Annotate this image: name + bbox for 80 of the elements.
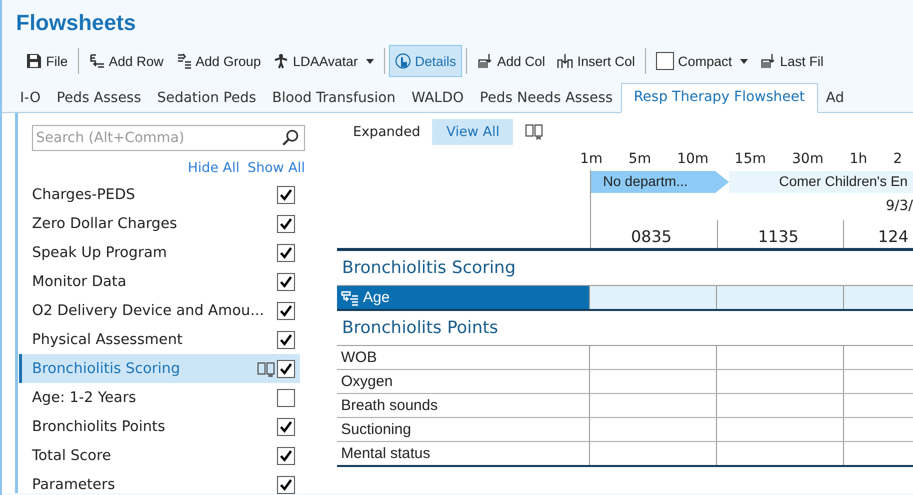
tab[interactable]: Peds Needs Assess — [472, 85, 621, 112]
toolbar-button[interactable]: Add Col — [471, 45, 552, 77]
checkbox[interactable] — [277, 446, 295, 464]
toolbar-button[interactable]: Details — [388, 45, 462, 77]
time-scale-option[interactable]: 5m — [628, 151, 652, 167]
sidebar-item[interactable]: Speak Up Program — [19, 238, 300, 267]
checkbox[interactable] — [277, 186, 295, 204]
checkbox[interactable] — [277, 476, 295, 494]
sidebar-item[interactable]: Zero Dollar Charges — [19, 209, 300, 238]
department-segment: No departm... — [591, 171, 729, 193]
checkbox[interactable] — [277, 214, 295, 232]
add-column-icon — [477, 53, 494, 69]
link[interactable]: Hide All — [188, 160, 240, 176]
date-label: 9/3/ — [884, 197, 913, 216]
search-field[interactable]: Search (Alt+Comma) — [32, 125, 305, 151]
hand-pointer-icon — [394, 53, 411, 69]
time-scale-option[interactable]: 10m — [677, 151, 709, 167]
sidebar-item[interactable]: Parameters — [19, 470, 300, 495]
row-label[interactable]: Age — [337, 286, 589, 309]
add-group-icon — [176, 53, 192, 69]
sidebar-item[interactable]: O2 Delivery Device and Amou... — [19, 296, 300, 325]
row-label[interactable]: Mental status — [337, 442, 589, 465]
column-header[interactable]: 0835 — [591, 220, 717, 248]
checkbox[interactable] — [277, 388, 295, 406]
figure-icon — [272, 53, 289, 69]
window-title: Flowsheets — [15, 9, 137, 37]
row-label[interactable]: WOB — [337, 346, 589, 369]
table-cell[interactable] — [589, 286, 716, 309]
sidebar-item[interactable]: Bronchiolitis Scoring — [19, 354, 300, 383]
department-segment: Comer Children's En — [729, 171, 913, 193]
tab[interactable]: Resp Therapy Flowsheet — [620, 83, 818, 113]
time-scale-option[interactable]: 15m — [734, 151, 766, 167]
sidebar-item[interactable]: Charges-PEDS — [19, 180, 300, 209]
add-column-icon — [760, 53, 776, 69]
checkbox[interactable] — [277, 418, 295, 436]
checkbox[interactable] — [277, 244, 295, 262]
row-details-icon — [341, 290, 359, 306]
row-label[interactable]: Suctioning — [337, 418, 589, 441]
book-icon — [257, 360, 275, 376]
row-label[interactable]: Oxygen — [337, 370, 589, 393]
column-header[interactable]: 124 — [843, 220, 913, 248]
tab[interactable]: I-O — [20, 85, 49, 112]
group-title: Bronchiolits Points — [337, 311, 913, 346]
add-row-icon — [88, 53, 105, 69]
book-icon[interactable] — [525, 124, 544, 140]
sidebar-item[interactable]: Physical Assessment — [19, 325, 300, 354]
toolbar-button[interactable]: LDAAvatar — [266, 45, 380, 77]
time-scale-option[interactable]: 1h — [849, 151, 868, 167]
time-scale-option[interactable]: 2 — [893, 151, 902, 167]
toolbar-button[interactable]: Add Group — [170, 45, 267, 77]
sidebar-item[interactable]: Age: 1-2 Years — [19, 383, 300, 412]
time-scale-option[interactable]: 30m — [792, 151, 824, 167]
toolbar-button[interactable]: Compact — [650, 45, 754, 77]
tab[interactable]: Blood Transfusion — [264, 85, 404, 112]
checkbox[interactable] — [277, 302, 295, 320]
column-header[interactable]: 1135 — [717, 220, 843, 248]
table-cell[interactable] — [716, 286, 843, 309]
checkbox[interactable] — [656, 52, 674, 70]
checkbox[interactable] — [277, 330, 295, 348]
toolbar-button[interactable]: Insert Col — [551, 45, 641, 77]
search-icon — [281, 129, 299, 147]
tab[interactable]: WALDO — [404, 85, 472, 112]
tab[interactable]: Sedation Peds — [149, 85, 264, 112]
toolbar-button[interactable]: File — [20, 45, 74, 77]
sidebar-item[interactable]: Bronchiolits Points — [19, 412, 300, 441]
view-button[interactable]: Expanded — [345, 118, 428, 144]
toolbar-button[interactable]: Last Fil — [754, 45, 830, 77]
link[interactable]: Show All — [248, 160, 305, 176]
tab[interactable]: Peds Assess — [48, 85, 150, 112]
sidebar-item[interactable]: Total Score — [19, 441, 300, 470]
sidebar-item[interactable]: Monitor Data — [19, 267, 300, 296]
insert-column-icon — [557, 53, 574, 69]
save-icon — [26, 53, 42, 69]
view-button[interactable]: View All — [432, 118, 514, 144]
row-label[interactable]: Breath sounds — [337, 394, 589, 417]
time-scale-option[interactable]: 1m — [580, 151, 603, 167]
toolbar-button[interactable]: Add Row — [82, 45, 170, 77]
checkbox[interactable] — [277, 272, 295, 290]
checkbox[interactable] — [277, 360, 295, 378]
tab[interactable]: Ad — [818, 85, 852, 112]
